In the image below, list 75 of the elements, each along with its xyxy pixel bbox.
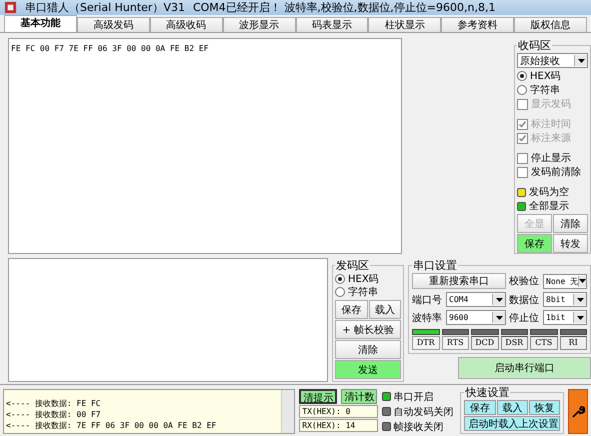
panel-button[interactable]: 转发: [553, 234, 588, 253]
panel-button[interactable]: + 帧长校验: [335, 320, 401, 339]
panel-button[interactable]: 保存: [335, 300, 368, 319]
tab[interactable]: 码表显示: [296, 17, 368, 32]
checkbox-option[interactable]: 发码前清除: [517, 166, 588, 178]
tab[interactable]: 高级收码: [150, 17, 223, 32]
counter-field: RX(HEX): 14: [299, 419, 378, 432]
panel-button[interactable]: 清除: [553, 214, 588, 233]
window-status: COM4已经开启！ 波特率,校验位,数据位,停止位=9600,n,8,1: [192, 0, 496, 15]
caret-icon: [576, 298, 584, 302]
indicator-label: 全部显示: [529, 200, 569, 213]
setting-dropdown[interactable]: 9600: [446, 310, 506, 325]
tab[interactable]: 波形显示: [222, 17, 296, 32]
wrench-icon: [571, 404, 586, 418]
signal-label: RI: [560, 336, 587, 350]
setting-dropdown[interactable]: COM4: [446, 292, 506, 307]
tab[interactable]: 版权信息: [514, 17, 587, 32]
field-label: 校验位: [509, 274, 540, 288]
log-line: <---- 接收数据: 7E FF 06 3F 00 00 0A FE B2 EF: [6, 420, 218, 431]
caret-icon: [496, 316, 502, 320]
radio-option[interactable]: HEX码: [517, 70, 588, 82]
setting-dropdown[interactable]: 1bit: [543, 310, 587, 325]
panel-title: 快速设置: [464, 385, 510, 400]
field-label: 端口号: [412, 294, 443, 306]
scrollbar[interactable]: [281, 390, 294, 433]
start-port-button[interactable]: 启动串行端口: [458, 357, 591, 379]
tab[interactable]: 柱状显示: [368, 17, 442, 32]
field-label: 波特率: [412, 312, 443, 324]
quick-button[interactable]: 载入: [496, 400, 528, 415]
panel-title: 发码区: [335, 258, 370, 273]
log-line: <---- 接收数据: FE FC: [6, 398, 102, 409]
app-icon: [4, 1, 17, 14]
status-label: 自动发码关闭: [394, 406, 454, 418]
signal-label: CTS: [530, 336, 558, 350]
panel-title: 串口设置: [412, 258, 458, 273]
send-text-area[interactable]: [8, 258, 328, 382]
signal-label: DSR: [500, 336, 528, 350]
caret-icon: [496, 298, 502, 302]
signal-label: DCD: [471, 336, 498, 350]
status-label: 帧接收关闭: [394, 420, 444, 434]
tab[interactable]: 高级发码: [76, 17, 150, 32]
clear-button[interactable]: 清计数: [341, 389, 378, 404]
panel-button[interactable]: 载入: [368, 300, 401, 319]
setting-dropdown[interactable]: 8bit: [543, 292, 587, 307]
radio-option[interactable]: 字符串: [335, 286, 401, 298]
tab[interactable]: 基本功能: [4, 15, 77, 32]
mode-dropdown[interactable]: 原始接收: [517, 53, 588, 68]
setting-dropdown[interactable]: None 无: [543, 274, 587, 288]
rescan-button[interactable]: 重新搜索串口: [412, 273, 506, 289]
quick-button[interactable]: 启动时载入上次设置: [464, 416, 560, 431]
signal-button[interactable]: RTS: [442, 336, 469, 350]
tab[interactable]: 参考资料: [441, 17, 514, 32]
signal-button[interactable]: DTR: [412, 336, 440, 350]
log-line: <---- 接收数据: 00 F7: [6, 409, 102, 420]
checkbox-option[interactable]: 停止显示: [517, 152, 588, 164]
panel-button[interactable]: 清除: [335, 340, 401, 359]
counter-field: TX(HEX): 0: [299, 405, 378, 418]
panel-button[interactable]: 发送: [335, 360, 401, 379]
indicator-label: 发码为空: [529, 186, 569, 199]
quick-button[interactable]: 保存: [464, 400, 496, 415]
caret-icon: [578, 58, 584, 62]
radio-option[interactable]: 字符串: [517, 84, 588, 96]
panel-title: 收码区: [517, 38, 552, 53]
status-label: 串口开启: [394, 390, 434, 404]
field-label: 数据位: [509, 294, 540, 306]
radio-option[interactable]: HEX码: [335, 273, 401, 285]
field-label: 停止位: [509, 312, 540, 324]
caret-icon: [579, 279, 586, 283]
receive-text-area[interactable]: FE FC 00 F7 7E FF 06 3F 00 00 0A FE B2 EF: [8, 38, 402, 254]
window-title: 串口猎人（Serial Hunter）V31: [25, 0, 185, 15]
quick-button[interactable]: 恢复: [528, 400, 560, 415]
panel-button[interactable]: 保存: [517, 234, 552, 253]
tool-button[interactable]: [568, 389, 588, 434]
clear-button[interactable]: 清提示: [299, 389, 338, 404]
caret-icon: [576, 316, 584, 320]
